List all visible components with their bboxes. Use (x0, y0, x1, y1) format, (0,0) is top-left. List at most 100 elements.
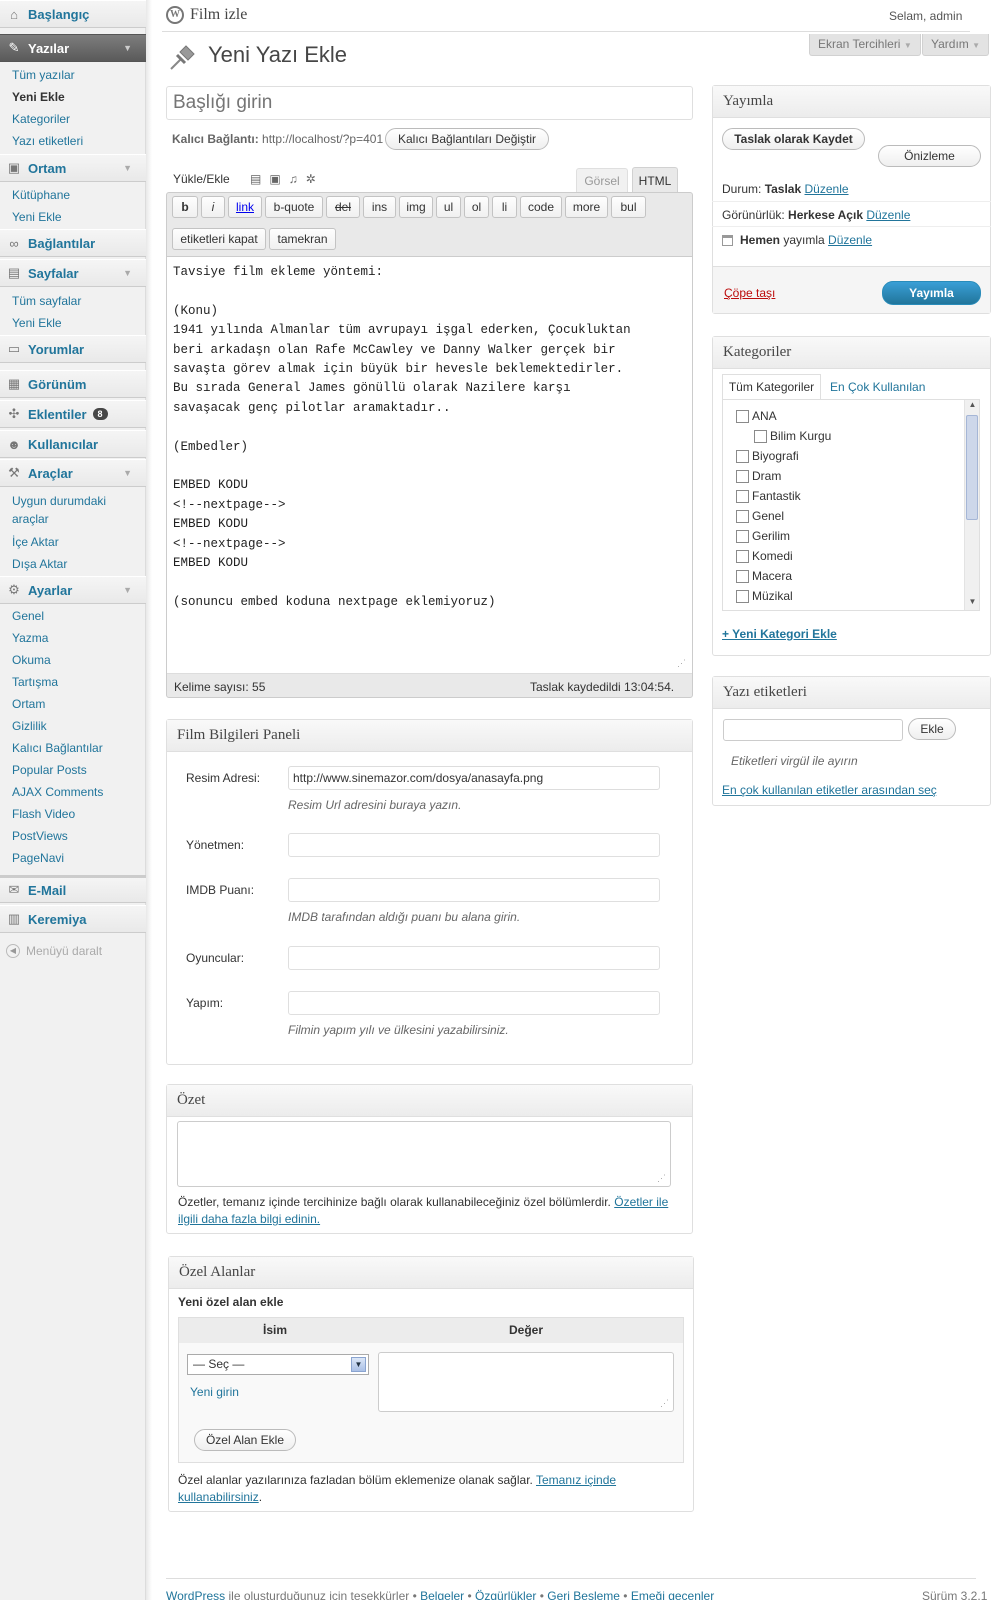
footer-docs-link[interactable]: Belgeler (420, 1589, 464, 1600)
excerpt-title[interactable]: Özet (167, 1085, 692, 1117)
tab-popular-categories[interactable]: En Çok Kullanılan (830, 380, 925, 394)
film-panel-title[interactable]: Film Bilgileri Paneli (167, 720, 692, 752)
submenu-export[interactable]: Dışa Aktar (12, 557, 67, 571)
menu-appearance[interactable]: ▦ Görünüm (0, 370, 146, 398)
submenu-available-tools-2[interactable]: araçlar (12, 512, 49, 526)
tab-html[interactable]: HTML (632, 167, 678, 194)
chevron-down-icon[interactable]: ▼ (123, 468, 132, 478)
menu-comments[interactable]: ▭ Yorumlar (0, 335, 146, 363)
custom-fields-title[interactable]: Özel Alanlar (169, 1257, 693, 1289)
menu-email[interactable]: ✉ E-Mail (0, 875, 146, 903)
submenu-ajax-comments[interactable]: AJAX Comments (12, 785, 103, 799)
submenu-media-settings[interactable]: Ortam (12, 697, 45, 711)
category-checkbox[interactable] (736, 590, 749, 603)
user-greeting[interactable]: Selam, admin (889, 9, 962, 23)
menu-plugins[interactable]: ✣ Eklentiler 8 (0, 400, 146, 428)
add-custom-field-button[interactable]: Özel Alan Ekle (194, 1429, 296, 1451)
custom-field-value-textarea[interactable]: ⋰ (378, 1352, 674, 1412)
menu-links[interactable]: ∞ Bağlantılar (0, 229, 146, 257)
menu-settings[interactable]: ⚙ Ayarlar ▼ (0, 576, 146, 604)
submenu-all-pages[interactable]: Tüm sayfalar (12, 294, 81, 308)
submenu-flash-video[interactable]: Flash Video (12, 807, 75, 821)
menu-media[interactable]: ▣ Ortam ▼ (0, 154, 146, 182)
chevron-down-icon[interactable]: ▼ (123, 585, 132, 595)
quicktag-code[interactable]: code (520, 196, 562, 218)
menu-pages[interactable]: ▤ Sayfalar ▼ (0, 259, 146, 287)
category-checkbox[interactable] (736, 570, 749, 583)
site-title[interactable]: Film izle (190, 6, 247, 24)
quicktag-fullscreen[interactable]: tamekran (269, 228, 336, 250)
publish-box-title[interactable]: Yayımla (713, 86, 990, 118)
footer-feedback-link[interactable]: Geri Besleme (547, 1589, 620, 1600)
excerpt-help-link[interactable]: Özetler ile (614, 1195, 668, 1209)
add-media-icon[interactable]: ✲ (306, 172, 324, 186)
tag-input[interactable] (723, 719, 903, 741)
quicktag-ul[interactable]: ul (436, 196, 461, 218)
scroll-up-icon[interactable]: ▲ (966, 400, 979, 413)
submenu-permalinks[interactable]: Kalıcı Bağlantılar (12, 741, 103, 755)
quicktag-link[interactable]: link (228, 196, 262, 218)
quicktag-bquote[interactable]: b-quote (265, 196, 323, 218)
actors-input[interactable] (288, 946, 660, 970)
add-image-icon[interactable]: ▤ (250, 172, 269, 186)
enter-new-link[interactable]: Yeni girin (190, 1385, 239, 1399)
resize-grip-icon[interactable]: ⋰ (657, 1173, 666, 1184)
quicktag-ol[interactable]: ol (464, 196, 489, 218)
category-checkbox[interactable] (736, 410, 749, 423)
publish-button[interactable]: Yayımla (882, 281, 981, 305)
wordpress-logo-icon[interactable]: W (166, 6, 184, 24)
chevron-down-icon[interactable]: ▼ (123, 43, 132, 53)
excerpt-help-link-2[interactable]: ilgili daha fazla bilgi edinin. (178, 1212, 320, 1226)
menu-users[interactable]: ☻ Kullanıcılar (0, 430, 146, 458)
screen-options-button[interactable]: Ekran Tercihleri ▼ (809, 34, 921, 56)
edit-schedule-link[interactable]: Düzenle (828, 233, 872, 247)
quicktag-find[interactable]: bul (611, 196, 646, 218)
quicktag-del[interactable]: del (326, 196, 360, 218)
submenu-add-new-post[interactable]: Yeni Ekle (12, 90, 65, 104)
submenu-categories[interactable]: Kategoriler (12, 112, 70, 126)
footer-freedoms-link[interactable]: Özgürlükler (475, 1589, 536, 1600)
add-video-icon[interactable]: ▣ (269, 172, 288, 186)
submenu-postviews[interactable]: PostViews (12, 829, 68, 843)
category-checkbox[interactable] (736, 550, 749, 563)
image-url-input[interactable] (288, 766, 660, 790)
quicktag-ins[interactable]: ins (363, 196, 396, 218)
custom-field-select[interactable]: — Seç — ▼ (187, 1354, 369, 1375)
edit-visibility-link[interactable]: Düzenle (866, 208, 910, 222)
preview-button[interactable]: Önizleme (878, 145, 981, 167)
submenu-writing[interactable]: Yazma (12, 631, 48, 645)
submenu-reading[interactable]: Okuma (12, 653, 51, 667)
submenu-general[interactable]: Genel (12, 609, 44, 623)
tab-visual[interactable]: Görsel (576, 168, 628, 193)
collapse-menu[interactable]: ◀ Menüyü daralt (6, 944, 102, 958)
scroll-down-icon[interactable]: ▼ (966, 597, 979, 610)
quicktag-i[interactable]: i (201, 196, 225, 218)
category-checkbox[interactable] (754, 430, 767, 443)
category-checkbox[interactable] (736, 470, 749, 483)
submenu-tags[interactable]: Yazı etiketleri (12, 134, 83, 148)
menu-keremiya[interactable]: ▥ Keremiya (0, 905, 146, 933)
resize-grip-icon[interactable]: ⋰ (677, 658, 686, 669)
categories-box-title[interactable]: Kategoriler (713, 337, 990, 369)
popular-tags-link[interactable]: En çok kullanılan etiketler arasından se… (722, 783, 937, 797)
category-checkbox[interactable] (736, 530, 749, 543)
content-textarea[interactable]: Tavsiye film ekleme yöntemi: (Konu) 1941… (167, 256, 692, 674)
quicktag-li[interactable]: li (492, 196, 517, 218)
custom-fields-help-link[interactable]: Temanız içinde (536, 1473, 616, 1487)
quicktag-more[interactable]: more (565, 196, 608, 218)
menu-tools[interactable]: ⚒ Araçlar ▼ (0, 459, 146, 487)
chevron-down-icon[interactable]: ▼ (123, 163, 132, 173)
tags-box-title[interactable]: Yazı etiketleri (713, 677, 990, 709)
quicktag-b[interactable]: b (172, 196, 198, 218)
add-category-link[interactable]: + Yeni Kategori Ekle (722, 627, 837, 641)
submenu-import[interactable]: İçe Aktar (12, 535, 59, 549)
save-draft-button[interactable]: Taslak olarak Kaydet (722, 128, 865, 150)
submenu-library[interactable]: Kütüphane (12, 188, 70, 202)
scroll-thumb[interactable] (966, 415, 978, 520)
production-input[interactable] (288, 991, 660, 1015)
submenu-all-posts[interactable]: Tüm yazılar (12, 68, 75, 82)
excerpt-textarea[interactable]: ⋰ (177, 1121, 671, 1187)
quicktag-img[interactable]: img (399, 196, 433, 218)
menu-posts[interactable]: ✎ Yazılar ▼ (0, 34, 146, 62)
select-dropdown-icon[interactable]: ▼ (351, 1357, 366, 1372)
